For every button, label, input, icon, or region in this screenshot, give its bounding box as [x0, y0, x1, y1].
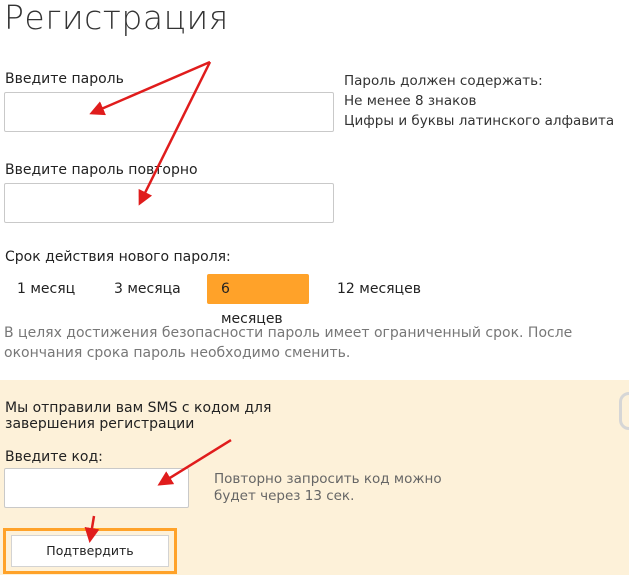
- annotation-arrows: [84, 60, 232, 543]
- red-arrow-icon: [138, 61, 212, 206]
- red-arrow-icon: [157, 438, 232, 486]
- red-arrow-icon: [84, 515, 100, 543]
- red-arrow-icon: [89, 60, 211, 116]
